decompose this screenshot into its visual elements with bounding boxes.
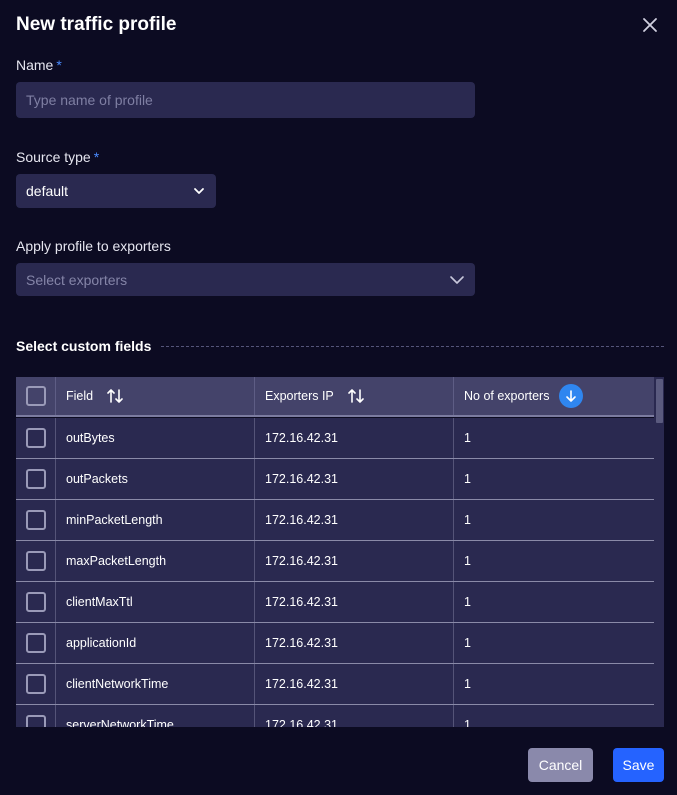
exporter-count-cell: 1	[464, 595, 471, 609]
chevron-down-icon	[194, 188, 204, 194]
column-header-exporters-ip[interactable]: Exporters IP	[255, 377, 454, 415]
required-mark: *	[93, 149, 100, 165]
exporter-count-cell: 1	[464, 554, 471, 568]
exporters-ip-cell: 172.16.42.31	[255, 623, 454, 663]
exporters-select[interactable]: Select exporters	[16, 263, 475, 296]
name-label-text: Name	[16, 57, 54, 73]
close-icon[interactable]	[640, 15, 660, 35]
source-type-value: default	[26, 183, 69, 199]
field-cell: clientNetworkTime	[56, 664, 255, 704]
table-row[interactable]: applicationId 172.16.42.31 1	[16, 623, 654, 664]
row-checkbox[interactable]	[25, 633, 46, 653]
exporters-ip-cell: 172.16.42.31	[255, 705, 454, 727]
row-checkbox-cell	[16, 664, 56, 704]
exporter-count-cell: 1	[464, 513, 471, 527]
custom-fields-table: Field Exporters IP No of exporters outBy…	[16, 377, 664, 727]
field-cell: outPackets	[56, 459, 255, 499]
table-row[interactable]: outBytes 172.16.42.31 1	[16, 418, 654, 459]
exporter-count-cell: 1	[464, 636, 471, 650]
row-checkbox-cell	[16, 705, 56, 727]
table-row[interactable]: clientMaxTtl 172.16.42.31 1	[16, 582, 654, 623]
exporters-ip-cell: 172.16.42.31	[255, 664, 454, 704]
cancel-button[interactable]: Cancel	[528, 748, 593, 782]
row-checkbox[interactable]	[25, 428, 46, 448]
source-type-select[interactable]: default	[16, 174, 216, 208]
table-header: Field Exporters IP No of exporters	[16, 377, 654, 417]
row-checkbox[interactable]	[25, 674, 46, 694]
sort-desc-icon[interactable]	[559, 384, 584, 408]
row-checkbox[interactable]	[25, 510, 46, 530]
section-divider	[161, 345, 664, 347]
save-button[interactable]: Save	[613, 748, 664, 782]
field-cell: applicationId	[56, 623, 255, 663]
table-row[interactable]: serverNetworkTime 172.16.42.31 1	[16, 705, 654, 727]
exporters-ip-cell: 172.16.42.31	[255, 541, 454, 581]
column-label: No of exporters	[464, 389, 550, 403]
row-checkbox-cell	[16, 418, 56, 458]
exporter-count-cell: 1	[464, 472, 471, 486]
row-checkbox-cell	[16, 500, 56, 540]
table-body: outBytes 172.16.42.31 1 outPackets 172.16.42…	[16, 418, 654, 727]
source-type-label: Source type *	[16, 149, 99, 165]
scrollbar-thumb[interactable]	[656, 379, 663, 423]
exporters-ip-cell: 172.16.42.31	[255, 459, 454, 499]
field-cell: clientMaxTtl	[56, 582, 255, 622]
chevron-down-icon	[450, 275, 464, 284]
table-scrollbar[interactable]	[654, 377, 664, 727]
row-checkbox-cell	[16, 623, 56, 663]
header-checkbox-cell	[16, 377, 56, 415]
column-label: Exporters IP	[265, 389, 334, 403]
table-row[interactable]: clientNetworkTime 172.16.42.31 1	[16, 664, 654, 705]
exporters-ip-cell: 172.16.42.31	[255, 582, 454, 622]
table-row[interactable]: maxPacketLength 172.16.42.31 1	[16, 541, 654, 582]
exporter-count-cell: 1	[464, 718, 471, 727]
column-label: Field	[66, 389, 94, 403]
column-header-field[interactable]: Field	[56, 377, 255, 415]
custom-fields-section-header: Select custom fields	[16, 338, 664, 354]
exporter-count-cell: 1	[464, 677, 471, 691]
section-title: Select custom fields	[16, 338, 152, 354]
required-mark: *	[56, 57, 62, 73]
field-cell: maxPacketLength	[56, 541, 255, 581]
row-checkbox[interactable]	[25, 715, 46, 727]
table-row[interactable]: outPackets 172.16.42.31 1	[16, 459, 654, 500]
row-checkbox-cell	[16, 582, 56, 622]
source-type-label-text: Source type	[16, 149, 91, 165]
row-checkbox[interactable]	[25, 469, 46, 489]
exporters-ip-cell: 172.16.42.31	[255, 418, 454, 458]
exporters-label: Apply profile to exporters	[16, 238, 171, 254]
column-header-no-of-exporters[interactable]: No of exporters	[454, 377, 654, 415]
exporters-placeholder: Select exporters	[26, 271, 128, 288]
name-label: Name *	[16, 57, 62, 73]
row-checkbox[interactable]	[25, 551, 46, 571]
row-checkbox[interactable]	[25, 592, 46, 612]
field-cell: serverNetworkTime	[56, 705, 255, 727]
row-checkbox-cell	[16, 541, 56, 581]
dialog-title: New traffic profile	[16, 14, 177, 35]
table-row[interactable]: minPacketLength 172.16.42.31 1	[16, 500, 654, 541]
exporter-count-cell: 1	[464, 431, 471, 445]
field-cell: outBytes	[56, 418, 255, 458]
row-checkbox-cell	[16, 459, 56, 499]
sort-icon[interactable]	[107, 387, 123, 405]
exporters-ip-cell: 172.16.42.31	[255, 500, 454, 540]
profile-name-input[interactable]	[16, 82, 475, 118]
sort-icon[interactable]	[347, 387, 364, 405]
select-all-checkbox[interactable]	[25, 386, 46, 406]
field-cell: minPacketLength	[56, 500, 255, 540]
